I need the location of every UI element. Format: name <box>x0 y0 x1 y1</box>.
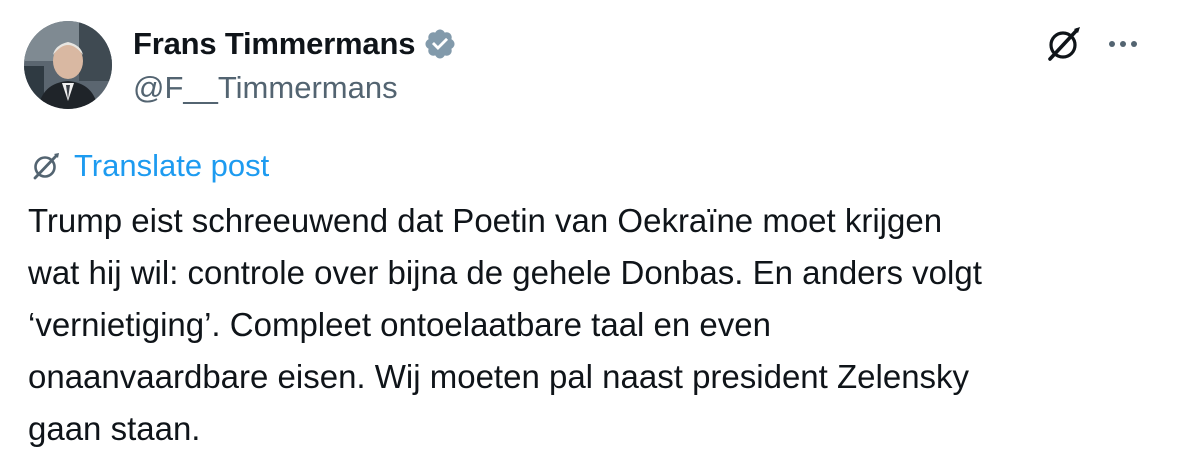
translate-post-link[interactable]: Translate post <box>30 146 269 186</box>
more-options-icon <box>1109 41 1137 47</box>
grok-button[interactable] <box>1044 24 1084 64</box>
translate-icon <box>33 153 59 180</box>
avatar[interactable] <box>24 21 112 109</box>
post-text: Trump eist schreeuwend dat Poetin van Oe… <box>28 202 982 447</box>
author-name-row: Frans Timmermans <box>133 22 457 66</box>
translate-post-label: Translate post <box>74 148 270 183</box>
verified-badge-icon <box>425 29 455 59</box>
author-handle[interactable]: @F__Timmermans <box>133 70 398 106</box>
author-display-name[interactable]: Frans Timmermans <box>133 26 415 62</box>
grok-icon <box>1048 27 1080 61</box>
avatar-image <box>24 21 112 109</box>
more-options-button[interactable] <box>1098 24 1148 64</box>
